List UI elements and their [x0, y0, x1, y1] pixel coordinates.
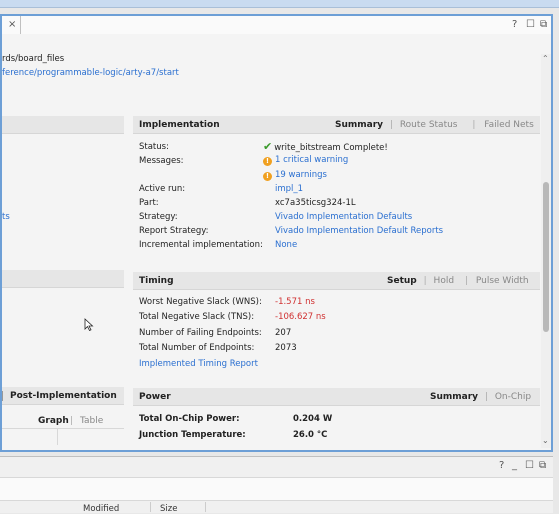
tab-power-summary[interactable]: Summary	[430, 392, 478, 402]
failing-endpoints-label: Number of Failing Endpoints:	[139, 328, 262, 338]
tab-divider: |	[70, 416, 74, 426]
active-run-link[interactable]: impl_1	[275, 184, 303, 194]
restore-icon[interactable]: ☐	[525, 460, 534, 471]
project-summary-panel: rds/board_files ference/programmable-log…	[0, 34, 553, 452]
implementation-body: Status: ✔ write_bitstream Complete! Messa…	[133, 134, 540, 274]
files-panel: ? _ ☐ ⧉ Modified Size	[0, 456, 553, 514]
implementation-title: Implementation	[139, 120, 220, 130]
tab-divider	[20, 16, 21, 34]
tab-setup[interactable]: Setup	[387, 276, 417, 286]
mouse-cursor-icon	[84, 318, 94, 332]
messages-label: Messages:	[139, 156, 184, 166]
restore-icon[interactable]: ☐	[526, 19, 535, 30]
tab-route-status[interactable]: Route Status	[400, 120, 458, 130]
timing-title: Timing	[139, 276, 174, 286]
board-files-path: rds/board_files	[2, 54, 65, 64]
left-section-header-1	[2, 116, 124, 134]
help-icon[interactable]: ?	[499, 460, 504, 471]
status-label: Status:	[139, 142, 169, 152]
power-body: Total On-Chip Power: 0.204 W Junction Te…	[133, 406, 540, 450]
total-endpoints-value: 2073	[275, 343, 297, 353]
divider	[57, 429, 58, 445]
implementation-tabs: Summary | Route Status | Failed Nets	[335, 120, 534, 130]
power-tabs: Summary | On-Chip	[430, 392, 532, 402]
column-modified[interactable]: Modified	[83, 504, 119, 514]
help-icon[interactable]: ?	[512, 19, 517, 30]
power-title: Power	[139, 392, 171, 402]
timing-header: Timing Setup | Hold | Pulse Width	[133, 272, 540, 290]
status-value: ✔ write_bitstream Complete!	[263, 140, 388, 153]
board-link[interactable]: ference/programmable-logic/arty-a7/start	[2, 68, 179, 78]
strategy-label: Strategy:	[139, 212, 178, 222]
divider	[2, 428, 124, 429]
left-partial-link[interactable]: ts	[2, 212, 10, 222]
junction-temp-label: Junction Temperature:	[139, 430, 246, 440]
wns-label: Worst Negative Slack (WNS):	[139, 297, 262, 307]
tns-label: Total Negative Slack (TNS):	[139, 312, 255, 322]
incremental-label: Incremental implementation:	[139, 240, 263, 250]
timing-body: Worst Negative Slack (WNS): -1.571 ns To…	[133, 290, 540, 382]
report-strategy-label: Report Strategy:	[139, 226, 209, 236]
vertical-scrollbar[interactable]: ⌃ ⌄	[541, 54, 551, 448]
tab-failed-nets[interactable]: Failed Nets	[484, 120, 533, 130]
warning-icon: !	[263, 172, 272, 181]
minimize-icon[interactable]: _	[512, 460, 517, 471]
implementation-header: Implementation Summary | Route Status | …	[133, 116, 540, 134]
active-run-label: Active run:	[139, 184, 186, 194]
junction-temp-value: 26.0 °C	[293, 430, 328, 440]
part-label: Part:	[139, 198, 159, 208]
left-section-header-2	[2, 270, 124, 288]
total-power-value: 0.204 W	[293, 414, 333, 424]
warnings-link[interactable]: 19 warnings	[275, 170, 327, 180]
top-window-strip	[0, 0, 559, 8]
scroll-down-icon[interactable]: ⌄	[542, 436, 549, 445]
close-icon[interactable]: ×	[8, 19, 16, 30]
wns-value[interactable]: -1.571 ns	[275, 297, 315, 307]
tab-hold[interactable]: Hold	[434, 276, 455, 286]
failing-endpoints-value: 207	[275, 328, 292, 338]
strategy-link[interactable]: Vivado Implementation Defaults	[275, 212, 412, 222]
scroll-thumb[interactable]	[543, 182, 549, 332]
float-icon[interactable]: ⧉	[539, 460, 546, 471]
check-icon: ✔	[263, 140, 273, 153]
power-header: Power Summary | On-Chip	[133, 388, 540, 406]
part-value: xc7a35ticsg324-1L	[275, 198, 356, 208]
warnings-row: ! 19 warnings	[263, 170, 327, 181]
tab-divider	[2, 391, 3, 401]
tab-graph[interactable]: Graph	[38, 416, 69, 426]
timing-tabs: Setup | Hold | Pulse Width	[387, 276, 529, 286]
timing-report-link[interactable]: Implemented Timing Report	[139, 359, 258, 369]
column-size[interactable]: Size	[160, 504, 177, 514]
left-section-header-3: Post-Implementation	[2, 387, 124, 405]
incremental-link[interactable]: None	[275, 240, 297, 250]
tab-summary[interactable]: Summary	[335, 120, 383, 130]
scroll-up-icon[interactable]: ⌃	[542, 54, 549, 63]
tab-on-chip[interactable]: On-Chip	[495, 392, 531, 402]
float-icon[interactable]: ⧉	[540, 19, 547, 30]
status-text: write_bitstream Complete!	[274, 143, 388, 153]
tab-pulse-width[interactable]: Pulse Width	[476, 276, 529, 286]
tab-table[interactable]: Table	[80, 416, 103, 426]
critical-warning-row: ! 1 critical warning	[263, 155, 348, 166]
warning-icon: !	[263, 157, 272, 166]
report-strategy-link[interactable]: Vivado Implementation Default Reports	[275, 226, 443, 236]
total-endpoints-label: Total Number of Endpoints:	[139, 343, 255, 353]
tns-value[interactable]: -106.627 ns	[275, 312, 326, 322]
tab-post-implementation[interactable]: Post-Implementation	[10, 391, 117, 401]
critical-warning-link[interactable]: 1 critical warning	[275, 155, 348, 165]
files-panel-tabbar: ? _ ☐ ⧉	[0, 457, 553, 478]
panel-tab-strip: × ? ☐ ⧉	[0, 14, 553, 34]
total-power-label: Total On-Chip Power:	[139, 414, 240, 424]
